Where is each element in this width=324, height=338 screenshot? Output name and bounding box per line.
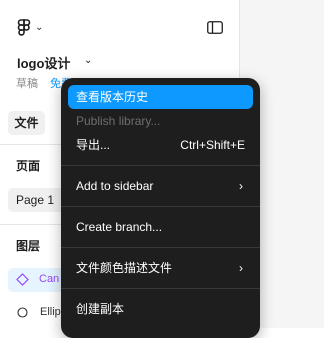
layers-title: 图层 <box>16 239 41 253</box>
context-menu: 查看版本历史 Publish library... 导出... Ctrl+Shi… <box>61 78 260 338</box>
file-name-chevron-icon[interactable]: ⌄ <box>84 55 92 66</box>
menu-separator <box>61 247 260 248</box>
menu-item-label: Create branch... <box>76 220 163 234</box>
submenu-arrow-icon: › <box>239 261 243 275</box>
menu-item-label: 导出... <box>76 138 111 152</box>
tab-file[interactable]: 文件 <box>8 111 45 135</box>
menu-separator <box>61 165 260 166</box>
menu-shortcut: Ctrl+Shift+E <box>180 138 245 152</box>
menu-separator <box>61 288 260 289</box>
menu-item-color-profile[interactable]: 文件颜色描述文件 › <box>68 256 253 280</box>
menu-item-label: Add to sidebar <box>76 179 154 193</box>
ellipse-icon <box>17 307 28 318</box>
menu-item-create-branch[interactable]: Create branch... <box>68 215 253 239</box>
menu-item-label: 查看版本历史 <box>76 90 149 104</box>
menu-item-label: 文件颜色描述文件 <box>76 261 173 275</box>
pages-title: 页面 <box>16 159 41 173</box>
file-location[interactable]: 草稿 <box>16 75 38 91</box>
menu-item-export[interactable]: 导出... Ctrl+Shift+E <box>68 133 253 157</box>
menu-separator <box>61 206 260 207</box>
file-name[interactable]: logo设计 <box>17 53 70 72</box>
submenu-arrow-icon: › <box>239 179 243 193</box>
menu-item-duplicate[interactable]: 创建副本 <box>68 297 253 321</box>
menu-item-add-to-sidebar[interactable]: Add to sidebar › <box>68 174 253 198</box>
menu-item-label: 创建副本 <box>76 302 125 316</box>
figma-logo-icon[interactable] <box>17 19 31 37</box>
toggle-sidebar-icon[interactable] <box>207 21 223 34</box>
layer-name[interactable]: Can <box>39 273 59 285</box>
menu-item-label: Publish library... <box>76 114 161 128</box>
menu-item-publish-library[interactable]: Publish library... <box>68 109 253 133</box>
layer-name[interactable]: Ellip <box>40 306 61 318</box>
main-menu-chevron-icon[interactable]: ⌄ <box>35 22 43 33</box>
page-item[interactable]: Page 1 <box>8 188 68 212</box>
component-diamond-icon <box>16 273 29 286</box>
menu-item-version-history[interactable]: 查看版本历史 <box>68 85 253 109</box>
